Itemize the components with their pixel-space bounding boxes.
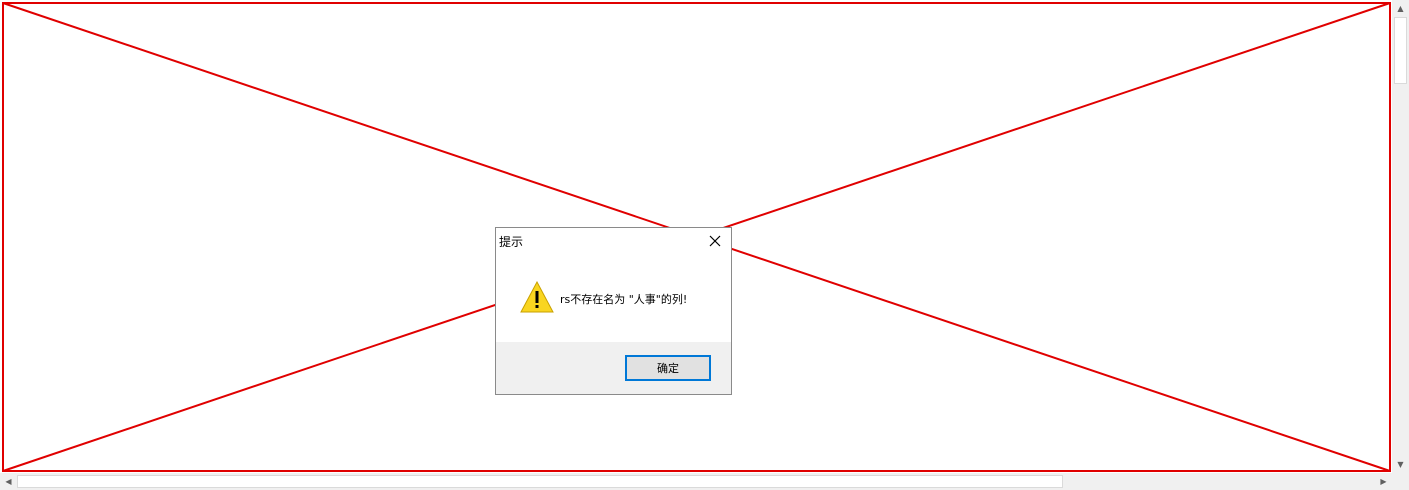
- scroll-down-arrow-icon[interactable]: ▼: [1392, 456, 1409, 473]
- scroll-left-arrow-icon[interactable]: ◀: [0, 473, 17, 490]
- dialog-title: 提示: [499, 235, 524, 249]
- scroll-up-arrow-icon[interactable]: ▲: [1392, 0, 1409, 17]
- alert-dialog: 提示 rs不存在名为 "人事"的列! 确定: [495, 227, 732, 395]
- scroll-right-arrow-icon[interactable]: ▶: [1375, 473, 1392, 490]
- horizontal-scrollbar[interactable]: ◀ ▶: [0, 473, 1392, 490]
- horizontal-scroll-thumb[interactable]: [17, 475, 1063, 488]
- scrollbar-corner: [1392, 473, 1409, 490]
- vertical-scroll-thumb[interactable]: [1394, 17, 1407, 84]
- dialog-message: rs不存在名为 "人事"的列!: [560, 293, 688, 306]
- vertical-scrollbar[interactable]: ▲ ▼: [1392, 0, 1409, 473]
- warning-icon: [520, 281, 554, 313]
- dialog-button-bar: 确定: [496, 342, 731, 394]
- ok-button[interactable]: 确定: [625, 355, 711, 381]
- close-icon[interactable]: [703, 230, 727, 252]
